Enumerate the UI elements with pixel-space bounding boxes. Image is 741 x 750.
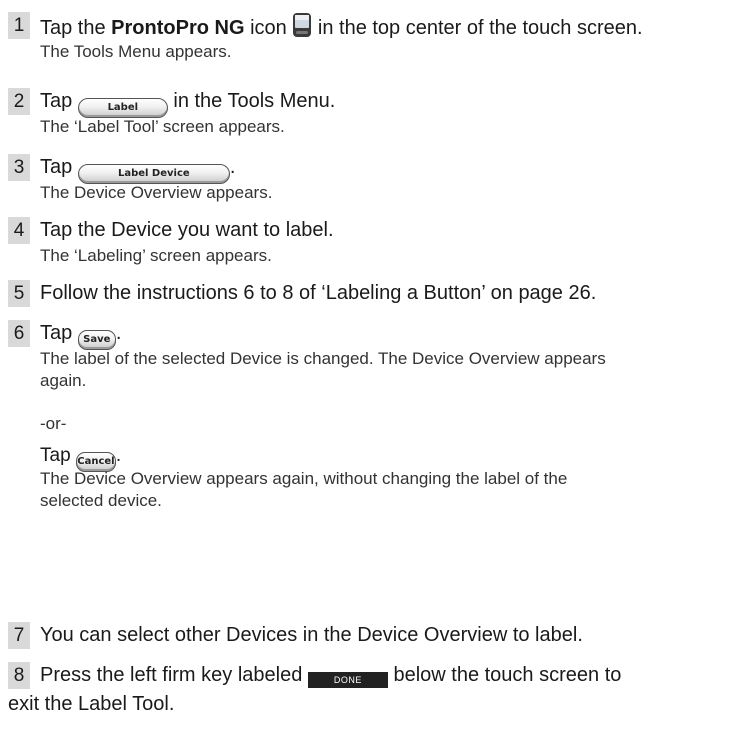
label-button: Label	[77, 98, 168, 118]
step-instruction: Tap the Device you want to label.	[40, 219, 334, 241]
step-number: 2	[8, 88, 30, 115]
step-instruction: Tap Label Device.	[40, 154, 235, 184]
step-result: The Tools Menu appears.	[40, 42, 232, 61]
instruction-page: 1 Tap the ProntoPro NG icon in the top c…	[0, 0, 741, 750]
step-result: The label of the selected Device is chan…	[40, 349, 606, 368]
step-number: 4	[8, 217, 30, 244]
step-number: 6	[8, 320, 30, 347]
step-number: 1	[8, 12, 30, 39]
label-device-button: Label Device	[77, 164, 230, 184]
step-number: 7	[8, 622, 30, 649]
or-separator: -or-	[40, 414, 67, 433]
step-number: 8	[8, 662, 30, 689]
step-number: 3	[8, 154, 30, 181]
step-instruction: Tap the ProntoPro NG icon in the top cen…	[40, 12, 643, 42]
product-name: ProntoPro NG	[111, 17, 245, 39]
step-result: again.	[40, 371, 87, 390]
save-button: Save	[77, 330, 116, 350]
alternative-result: selected device.	[40, 491, 162, 510]
step-number: 5	[8, 280, 30, 307]
step-instruction-continued: exit the Label Tool.	[8, 693, 175, 715]
step-result: The ‘Label Tool’ screen appears.	[40, 117, 285, 136]
step-instruction: You can select other Devices in the Devi…	[40, 624, 583, 646]
step-result: The Device Overview appears.	[40, 183, 273, 202]
remote-device-icon	[293, 13, 312, 37]
step-instruction: Tap Save.	[40, 320, 121, 350]
step-instruction: Press the left firm key labeled DONE bel…	[40, 664, 622, 688]
done-key: DONE	[307, 672, 388, 688]
step-result: The ‘Labeling’ screen appears.	[40, 246, 272, 265]
alternative-result: The Device Overview appears again, witho…	[40, 469, 568, 488]
step-instruction: Follow the instructions 6 to 8 of ‘Label…	[40, 282, 597, 304]
step-instruction: Tap Label in the Tools Menu.	[40, 88, 335, 118]
